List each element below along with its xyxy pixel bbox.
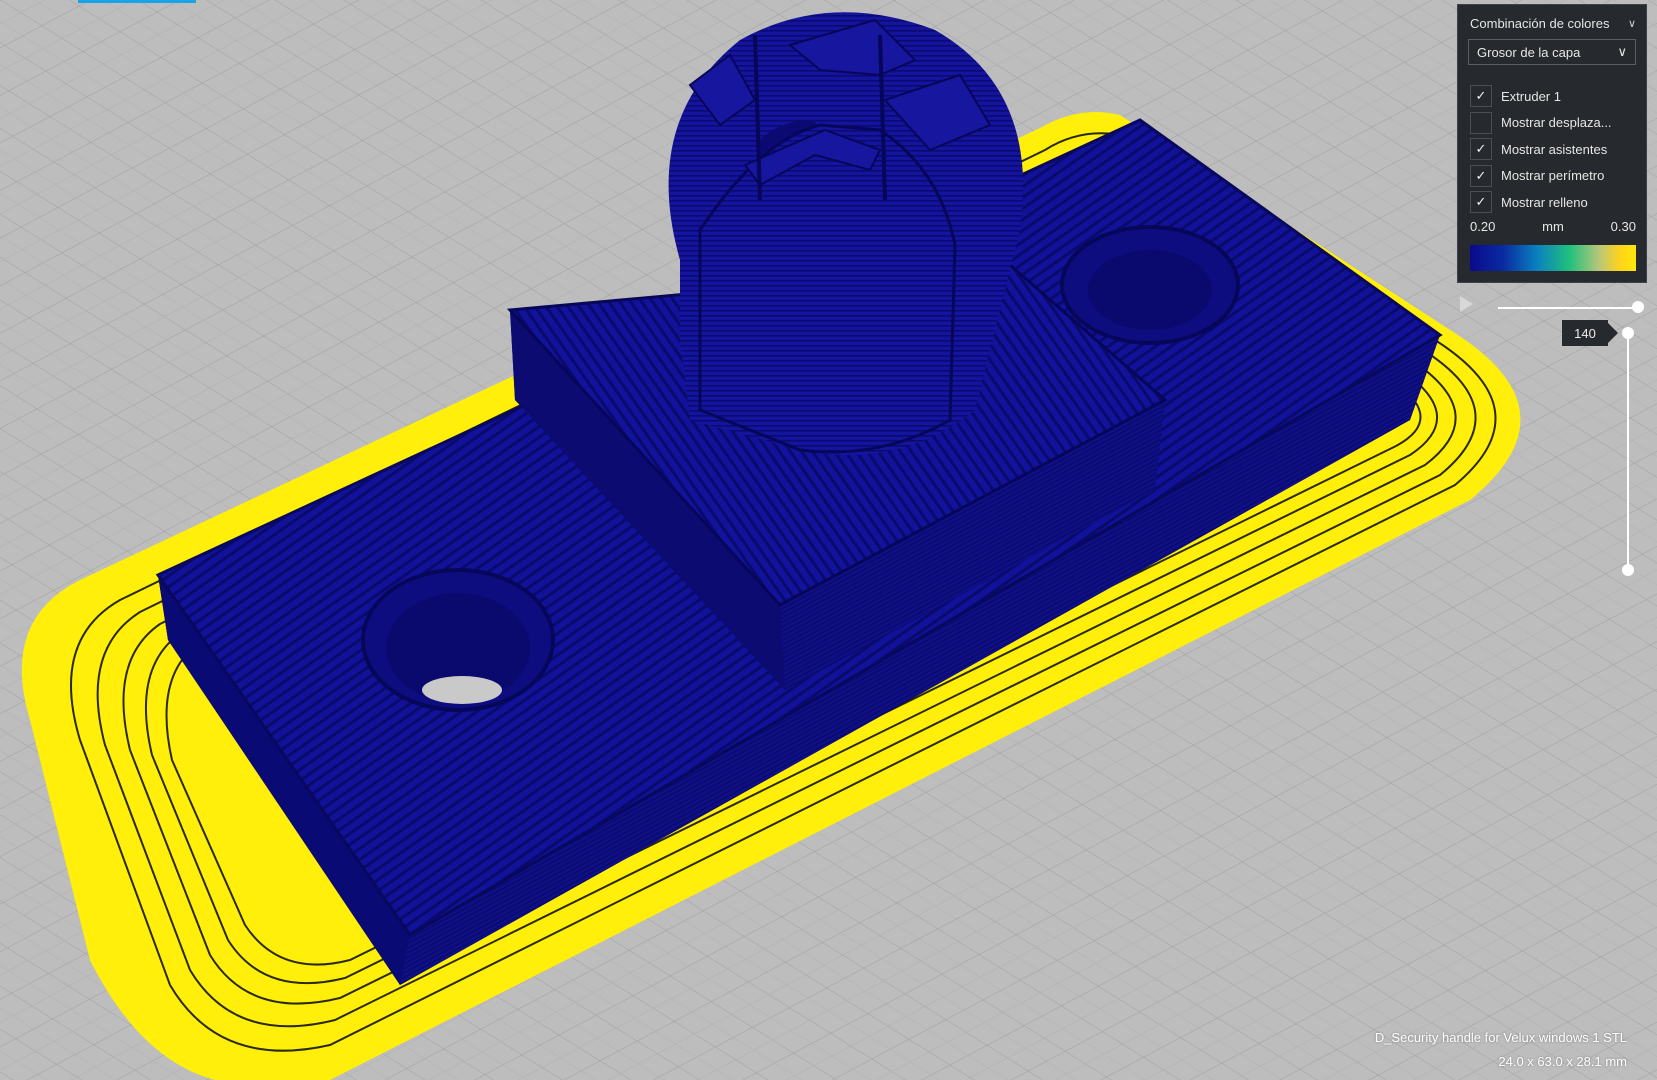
screw-hole-right: [1060, 225, 1240, 345]
option-label: Mostrar relleno: [1501, 194, 1588, 210]
file-name: D_Security handle for Velux windows 1 ST…: [1374, 1030, 1627, 1045]
legend-max: 0.30: [1610, 219, 1636, 234]
check-icon[interactable]: ✓: [1470, 138, 1492, 161]
legend-unit: mm: [1542, 219, 1564, 234]
layer-slider: 140: [1440, 296, 1657, 586]
screw-hole-left: [361, 568, 555, 712]
option-label: Mostrar asistentes: [1501, 141, 1608, 157]
legend-min: 0.20: [1470, 219, 1496, 234]
top-accent-bar: [78, 0, 196, 3]
path-slider-handle[interactable]: [1632, 301, 1644, 313]
3d-viewport[interactable]: [0, 0, 1657, 1080]
checkbox-unchecked[interactable]: [1470, 111, 1492, 134]
layer-slider-track[interactable]: [1627, 332, 1629, 570]
legend-gradient: [1470, 245, 1636, 271]
model-knob: [668, 12, 1024, 455]
check-icon[interactable]: ✓: [1470, 191, 1492, 214]
option-show-shell[interactable]: ✓ Mostrar perímetro: [1470, 163, 1640, 190]
option-label: Mostrar desplaza...: [1501, 115, 1612, 131]
legend-range: 0.20 mm 0.30: [1470, 219, 1636, 234]
chevron-down-icon: ∨: [1617, 44, 1627, 59]
option-show-helpers[interactable]: ✓ Mostrar asistentes: [1470, 136, 1640, 163]
color-scheme-header[interactable]: Combinación de colores ∨: [1470, 13, 1636, 33]
color-scheme-panel: Combinación de colores ∨ Grosor de la ca…: [1457, 4, 1647, 283]
check-icon[interactable]: ✓: [1470, 85, 1492, 108]
layer-slider-top-handle[interactable]: [1622, 327, 1634, 339]
file-info: D_Security handle for Velux windows 1 ST…: [1375, 1026, 1627, 1074]
option-label: Mostrar perímetro: [1501, 168, 1605, 184]
color-scheme-value: Grosor de la capa: [1477, 44, 1581, 60]
layer-slider-bottom-handle[interactable]: [1622, 564, 1634, 576]
option-extruder-1[interactable]: ✓ Extruder 1: [1470, 83, 1640, 110]
current-layer-input[interactable]: 140: [1562, 320, 1618, 346]
check-icon[interactable]: ✓: [1470, 164, 1492, 187]
path-slider-track[interactable]: [1498, 307, 1638, 309]
option-show-travels[interactable]: Mostrar desplaza...: [1470, 110, 1640, 137]
play-icon[interactable]: [1460, 296, 1473, 312]
color-scheme-title: Combinación de colores: [1470, 15, 1610, 31]
option-show-infill[interactable]: ✓ Mostrar relleno: [1470, 189, 1640, 216]
option-label: Extruder 1: [1501, 88, 1561, 104]
model-dimensions: 24.0 x 63.0 x 28.1 mm: [1498, 1054, 1627, 1069]
chevron-down-icon: ∨: [1627, 17, 1636, 30]
color-scheme-dropdown[interactable]: Grosor de la capa ∨: [1468, 39, 1636, 65]
